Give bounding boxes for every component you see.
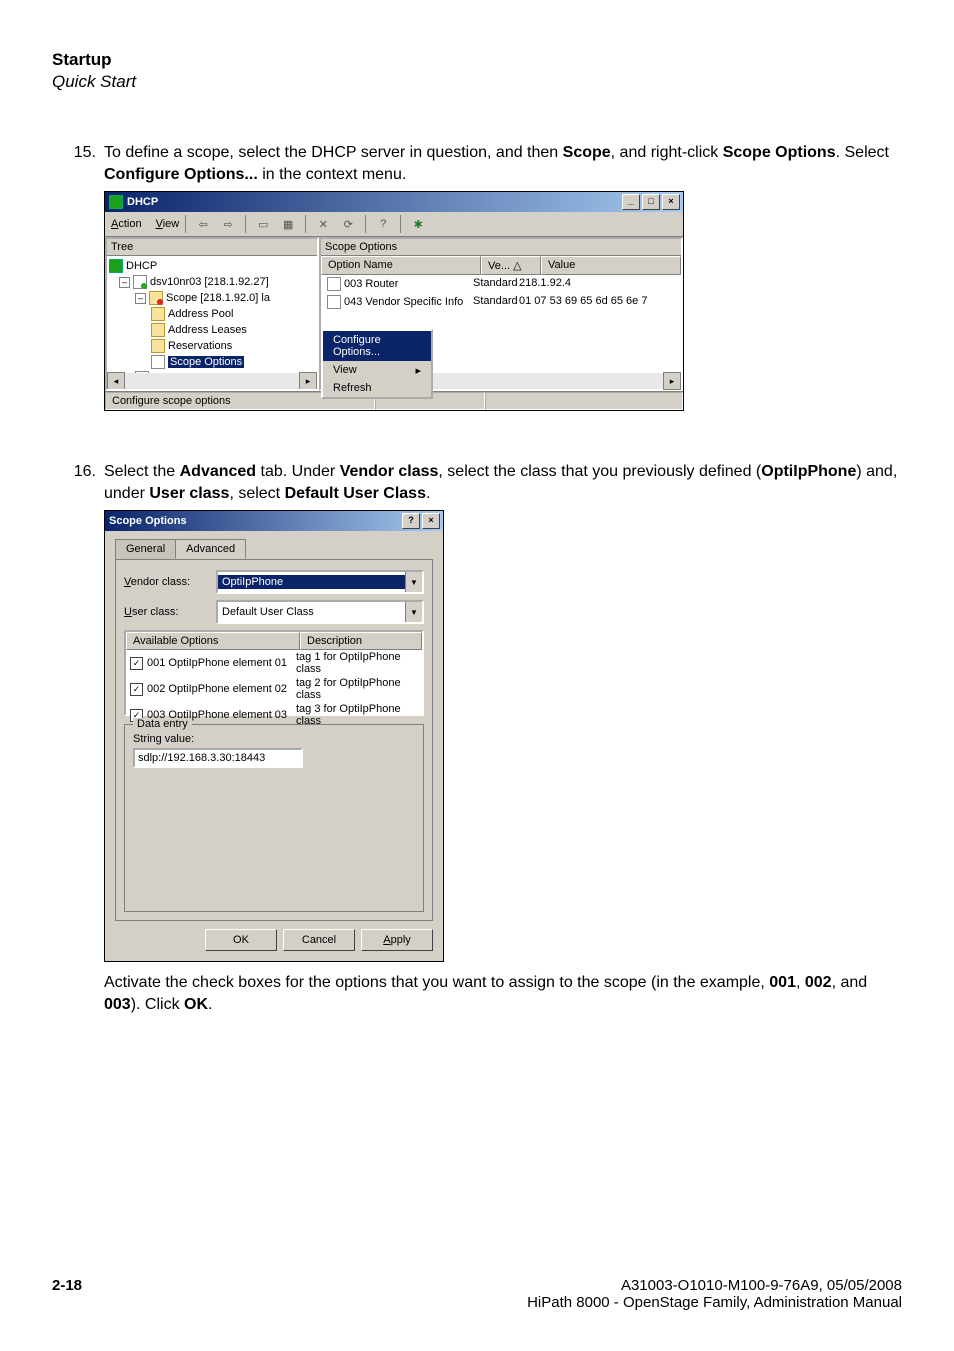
page-title: Startup <box>52 50 902 70</box>
page-subtitle: Quick Start <box>52 72 902 92</box>
tree-scope-options[interactable]: Scope Options <box>109 354 315 370</box>
forward-button[interactable]: ⇨ <box>217 214 239 234</box>
option-row[interactable]: ✓001 OptiIpPhone element 01 tag 1 for Op… <box>126 650 422 676</box>
string-value-label: String value: <box>133 733 415 745</box>
ctx-configure-options[interactable]: Configure Options... <box>323 331 431 361</box>
up-button[interactable]: ▭ <box>252 214 274 234</box>
available-options-list: Available Options Description ✓001 OptiI… <box>124 630 424 716</box>
help-button[interactable]: ? <box>372 214 394 234</box>
scroll-left-icon[interactable]: ◂ <box>107 372 125 390</box>
props-button[interactable]: ▦ <box>277 214 299 234</box>
col-option-name[interactable]: Option Name <box>321 256 481 275</box>
delete-button[interactable]: ✕ <box>312 214 334 234</box>
options-icon <box>151 355 165 369</box>
ctx-refresh[interactable]: Refresh <box>323 379 431 397</box>
window-title: DHCP <box>127 196 158 208</box>
step-number: 15. <box>52 142 104 185</box>
menu-view[interactable]: View <box>156 218 180 230</box>
list-row[interactable]: 043 Vendor Specific Info Standard 01 07 … <box>321 293 681 311</box>
context-menu: Configure Options... View Refresh <box>321 329 433 399</box>
option-icon <box>327 277 341 291</box>
step-16: 16. Select the Advanced tab. Under Vendo… <box>52 461 902 504</box>
doc-id: A31003-O1010-M100-9-76A9, 05/05/2008 <box>527 1277 902 1294</box>
page-number: 2-18 <box>52 1277 82 1311</box>
refresh-button[interactable]: ⟳ <box>337 214 359 234</box>
scope-icon <box>149 291 163 305</box>
tree-root[interactable]: DHCP <box>109 258 315 274</box>
tab-general[interactable]: General <box>115 539 176 559</box>
col-available[interactable]: Available Options <box>126 632 300 650</box>
tabs: General Advanced <box>115 539 433 559</box>
ctx-view[interactable]: View <box>323 361 431 379</box>
tree-scope[interactable]: –Scope [218.1.92.0] la <box>109 290 315 306</box>
chevron-down-icon[interactable]: ▼ <box>405 602 422 622</box>
dialog-title: Scope Options <box>109 515 187 527</box>
option-icon <box>327 295 341 309</box>
help-button[interactable]: ? <box>402 513 420 529</box>
scroll-right-icon[interactable]: ▸ <box>663 372 681 390</box>
tab-advanced[interactable]: Advanced <box>175 539 246 559</box>
menu-action[interactable]: Action <box>111 218 142 230</box>
titlebar: DHCP _ □ × <box>105 192 683 212</box>
step-text: Select the Advanced tab. Under Vendor cl… <box>104 461 902 504</box>
doc-title: HiPath 8000 - OpenStage Family, Administ… <box>527 1294 902 1311</box>
collapse-icon[interactable]: – <box>119 277 130 288</box>
vendor-class-label: Vendor class: <box>124 576 216 588</box>
folder-icon <box>151 339 165 353</box>
cancel-button[interactable]: Cancel <box>283 929 355 951</box>
collapse-icon[interactable]: – <box>135 293 146 304</box>
vendor-class-select[interactable]: OptiIpPhone ▼ <box>216 570 424 594</box>
dhcp-window: DHCP _ □ × Action View ⇦ ⇨ ▭ ▦ ✕ ⟳ ? ✱ <box>104 191 684 411</box>
step-15: 15. To define a scope, select the DHCP s… <box>52 142 902 185</box>
col-description[interactable]: Description <box>300 632 422 650</box>
extra-button[interactable]: ✱ <box>407 214 429 234</box>
list-pane: Scope Options Option Name Ve... △ Value … <box>319 237 683 391</box>
titlebar: Scope Options ? × <box>105 511 443 531</box>
tree-header: Tree <box>107 239 317 256</box>
col-value[interactable]: Value <box>541 256 681 275</box>
maximize-button[interactable]: □ <box>642 194 660 210</box>
apply-button[interactable]: Apply <box>361 929 433 951</box>
dhcp-app-icon <box>109 195 123 209</box>
list-row[interactable]: 003 Router Standard 218.1.92.4 <box>321 275 681 293</box>
tree-pane: Tree DHCP –dsv10nr03 [218.1.92.27] –Scop… <box>105 237 319 391</box>
group-legend: Data entry <box>133 718 192 730</box>
chevron-down-icon[interactable]: ▼ <box>405 572 422 592</box>
menubar: Action View ⇦ ⇨ ▭ ▦ ✕ ⟳ ? ✱ <box>105 212 683 237</box>
scope-options-dialog: Scope Options ? × General Advanced Vendo… <box>104 510 444 962</box>
folder-icon <box>151 323 165 337</box>
tree-hscroll[interactable]: ◂▸ <box>107 373 317 389</box>
back-button[interactable]: ⇦ <box>192 214 214 234</box>
close-button[interactable]: × <box>422 513 440 529</box>
option-row[interactable]: ✓002 OptiIpPhone element 02 tag 2 for Op… <box>126 676 422 702</box>
scroll-right-icon[interactable]: ▸ <box>299 372 317 390</box>
folder-icon <box>151 307 165 321</box>
close-button[interactable]: × <box>662 194 680 210</box>
checkbox[interactable]: ✓ <box>130 683 143 696</box>
tree-reservations[interactable]: Reservations <box>109 338 315 354</box>
list-columns: Option Name Ve... △ Value <box>321 256 681 275</box>
dhcp-root-icon <box>109 259 123 273</box>
page-footer: 2-18 A31003-O1010-M100-9-76A9, 05/05/200… <box>52 1277 902 1311</box>
data-entry-group: Data entry String value: <box>124 724 424 912</box>
step-text: To define a scope, select the DHCP serve… <box>104 142 902 185</box>
ok-button[interactable]: OK <box>205 929 277 951</box>
user-class-label: User class: <box>124 606 216 618</box>
user-class-select[interactable]: Default User Class ▼ <box>216 600 424 624</box>
server-icon <box>133 275 147 289</box>
string-value-input[interactable] <box>133 748 303 768</box>
tree-address-pool[interactable]: Address Pool <box>109 306 315 322</box>
tree-server[interactable]: –dsv10nr03 [218.1.92.27] <box>109 274 315 290</box>
checkbox[interactable]: ✓ <box>130 657 143 670</box>
step-number: 16. <box>52 461 104 504</box>
list-title: Scope Options <box>321 239 681 256</box>
tab-panel: Vendor class: OptiIpPhone ▼ User class: … <box>115 559 433 921</box>
step-16-continued: Activate the check boxes for the options… <box>104 972 902 1015</box>
col-vendor[interactable]: Ve... △ <box>481 256 541 275</box>
minimize-button[interactable]: _ <box>622 194 640 210</box>
tree-address-leases[interactable]: Address Leases <box>109 322 315 338</box>
